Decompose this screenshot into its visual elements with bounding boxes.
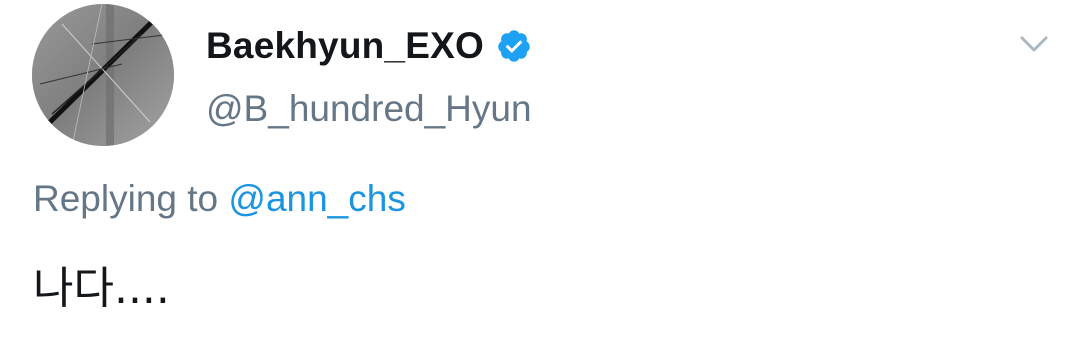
chevron-down-icon[interactable] (1016, 30, 1052, 58)
reply-mention-link[interactable]: @ann_chs (228, 178, 405, 219)
verified-badge-icon (498, 30, 530, 62)
display-name[interactable]: Baekhyun_EXO (206, 25, 484, 67)
tweet-card: Baekhyun_EXO @B_hundred_Hyun Replying to… (0, 0, 1080, 360)
author-name-row: Baekhyun_EXO (206, 22, 532, 70)
replying-to-label: Replying to (33, 178, 219, 219)
avatar-image (32, 4, 174, 146)
avatar[interactable] (32, 4, 174, 146)
tweet-body-text: 나다.... (33, 263, 170, 314)
replying-to-line: Replying to @ann_chs (33, 178, 406, 220)
author-handle[interactable]: @B_hundred_Hyun (206, 88, 532, 130)
